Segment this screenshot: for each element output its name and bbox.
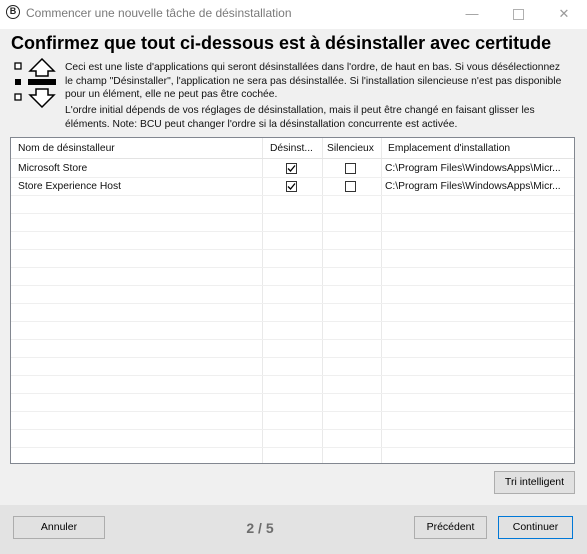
title-bar: B Commencer une nouvelle tâche de désins… [0,0,587,29]
quiet-checkbox[interactable] [345,181,356,192]
column-header-name[interactable]: Nom de désinstalleur [18,143,115,154]
checkmark-icon [287,165,296,172]
maximize-icon [512,9,524,21]
row-divider [11,393,574,394]
minimize-button[interactable]: — [449,0,495,29]
row-location: C:\Program Files\WindowsApps\Micr... [385,163,561,174]
row-divider [11,321,574,322]
description-paragraph-1: Ceci est une liste d'applications qui se… [65,62,562,100]
previous-button[interactable]: Précédent [414,516,487,539]
sort-order-icon [14,58,56,108]
row-divider [11,447,574,448]
cancel-button[interactable]: Annuler [13,516,105,539]
row-divider [11,339,574,340]
description-paragraph-2: L'ordre initial dépends de vos réglages … [65,105,535,130]
row-location: C:\Program Files\WindowsApps\Micr... [385,181,561,192]
column-header-uninstall[interactable]: Désinst... [270,143,313,154]
row-divider [11,195,574,196]
page-headline: Confirmez que tout ci-dessous est à dési… [11,33,552,53]
uninstall-list-table[interactable]: Nom de désinstalleur Désinst... Silencie… [10,137,575,464]
uninstall-checkbox[interactable] [286,163,297,174]
column-header-quiet[interactable]: Silencieux [327,143,374,154]
row-divider [11,375,574,376]
row-name: Microsoft Store [18,163,88,174]
row-divider [11,249,574,250]
table-row[interactable]: Store Experience Host C:\Program Files\W… [11,178,574,196]
table-header: Nom de désinstalleur Désinst... Silencie… [11,138,574,159]
row-divider [11,267,574,268]
row-divider [11,411,574,412]
close-button[interactable]: ✕ [541,0,587,29]
checkmark-icon [287,183,296,190]
row-divider [11,285,574,286]
row-divider [11,357,574,358]
row-divider [11,231,574,232]
table-row[interactable]: Microsoft Store C:\Program Files\Windows… [11,160,574,178]
row-name: Store Experience Host [18,181,122,192]
step-indicator: 2 / 5 [246,520,274,536]
window-title: Commencer une nouvelle tâche de désinsta… [26,6,292,20]
column-header-location[interactable]: Emplacement d'installation [388,143,510,154]
continue-button[interactable]: Continuer [498,516,573,539]
row-divider [11,429,574,430]
app-icon: B [6,5,20,19]
row-divider [11,303,574,304]
uninstall-checkbox[interactable] [286,181,297,192]
smart-sort-button[interactable]: Tri intelligent [494,471,575,494]
maximize-button[interactable] [495,0,541,29]
row-divider [11,213,574,214]
quiet-checkbox[interactable] [345,163,356,174]
